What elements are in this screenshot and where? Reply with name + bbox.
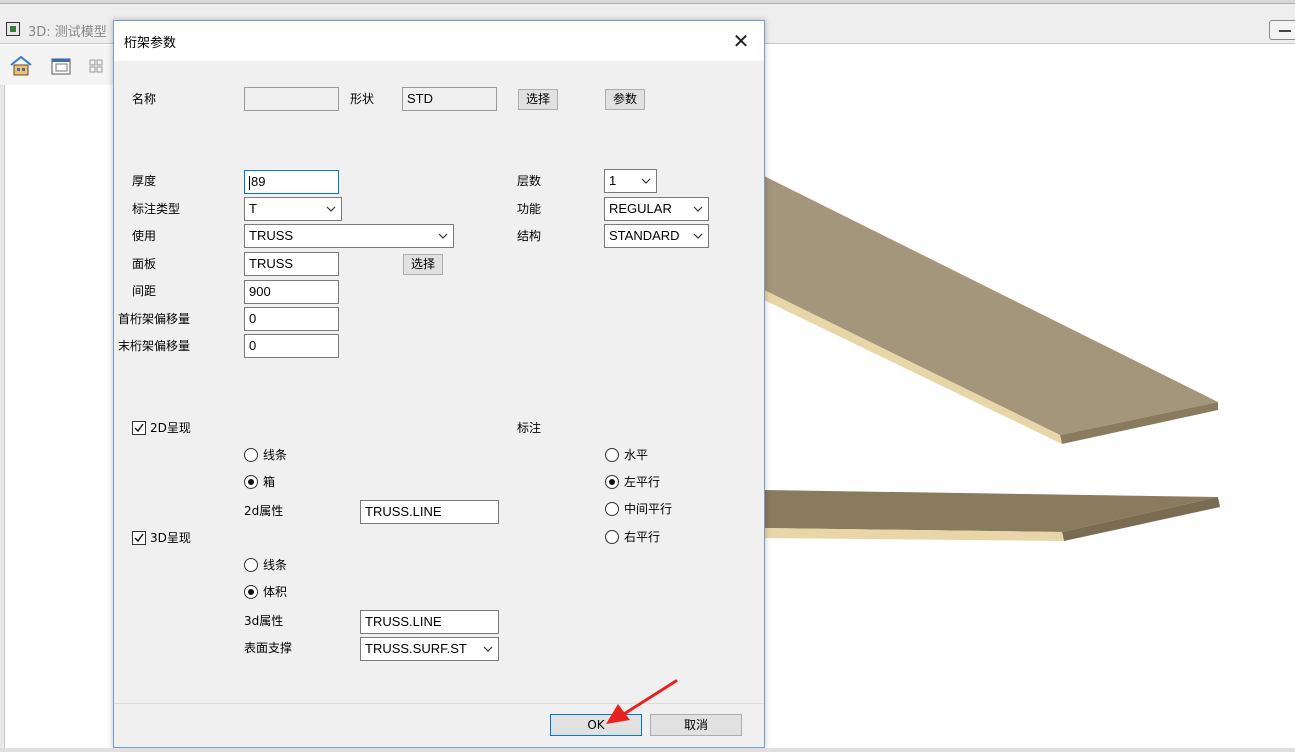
layers-select[interactable]: 1 [604, 169, 657, 193]
use-select[interactable]: TRUSS [244, 224, 454, 248]
dim-type-value: T [249, 201, 257, 216]
surface-value: TRUSS.SURF.ST [365, 641, 467, 656]
footer-separator [114, 703, 764, 704]
chevron-down-icon [438, 233, 448, 239]
ann-horizontal-label: 水平 [624, 448, 649, 462]
r2d-line-label: 线条 [263, 448, 288, 462]
checkmark-icon [134, 423, 144, 433]
function-label: 功能 [517, 202, 542, 216]
function-value: REGULAR [609, 201, 672, 216]
chevron-down-icon [641, 178, 651, 184]
thickness-label: 厚度 [132, 174, 157, 188]
close-icon[interactable]: ✕ [726, 29, 756, 53]
layers-value: 1 [609, 173, 617, 188]
panel-select-button[interactable]: 选择 [403, 254, 443, 275]
structure-label: 结构 [517, 229, 542, 243]
dialog-title: 桁架参数 [124, 36, 177, 51]
truss-parameters-dialog: 桁架参数 ✕ 名称 形状 STD 选择 参数 厚度 89 标注类型 T 使用 T… [113, 20, 765, 748]
ok-button[interactable]: OK [550, 714, 642, 736]
spacing-field[interactable]: 900 [244, 280, 339, 304]
name-label: 名称 [132, 92, 157, 106]
show-3d-checkbox[interactable] [132, 531, 146, 545]
ann-middle-radio[interactable] [605, 502, 619, 516]
r2d-box-label: 箱 [263, 475, 276, 489]
r2d-box-radio[interactable] [244, 475, 258, 489]
shape-select-button[interactable]: 选择 [518, 89, 558, 110]
show-2d-label: 2D呈现 [150, 421, 191, 435]
shape-label: 形状 [350, 92, 375, 106]
first-offset-field[interactable]: 0 [244, 307, 339, 331]
chevron-down-icon [693, 233, 703, 239]
truss-panel-upper [764, 176, 1218, 444]
attr-3d-label: 3d属性 [244, 614, 284, 628]
structure-value: STANDARD [609, 228, 680, 243]
panel-field[interactable]: TRUSS [244, 252, 339, 276]
function-select[interactable]: REGULAR [604, 197, 709, 221]
show-2d-checkbox[interactable] [132, 421, 146, 435]
ann-left-label: 左平行 [624, 475, 661, 489]
dialog-title-bar: 桁架参数 ✕ [114, 21, 764, 61]
surface-select[interactable]: TRUSS.SURF.ST [360, 637, 499, 661]
dim-type-select[interactable]: T [244, 197, 342, 221]
cancel-button[interactable]: 取消 [650, 714, 742, 736]
screen-bottom-strip [0, 748, 1295, 752]
checkmark-icon [134, 533, 144, 543]
thickness-value: 89 [251, 174, 266, 189]
chevron-down-icon [483, 646, 493, 652]
ann-right-radio[interactable] [605, 530, 619, 544]
first-offset-label: 首桁架偏移量 [118, 312, 191, 326]
last-offset-label: 末桁架偏移量 [118, 339, 191, 353]
r3d-line-label: 线条 [263, 558, 288, 572]
thickness-field[interactable]: 89 [244, 170, 339, 194]
r3d-volume-radio[interactable] [244, 585, 258, 599]
ann-left-radio[interactable] [605, 475, 619, 489]
r2d-line-radio[interactable] [244, 448, 258, 462]
chevron-down-icon [326, 206, 336, 212]
shape-field[interactable]: STD [402, 87, 497, 111]
ann-right-label: 右平行 [624, 530, 661, 544]
use-value: TRUSS [249, 228, 294, 243]
use-label: 使用 [132, 229, 157, 243]
show-3d-label: 3D呈现 [150, 531, 191, 545]
ann-middle-label: 中间平行 [624, 502, 673, 516]
params-button[interactable]: 参数 [605, 89, 645, 110]
attr-2d-label: 2d属性 [244, 504, 284, 518]
attr-3d-field[interactable]: TRUSS.LINE [360, 610, 499, 634]
layers-label: 层数 [517, 174, 542, 188]
r3d-line-radio[interactable] [244, 558, 258, 572]
structure-select[interactable]: STANDARD [604, 224, 709, 248]
name-field[interactable] [244, 87, 339, 111]
panel-label: 面板 [132, 257, 157, 271]
attr-2d-field[interactable]: TRUSS.LINE [360, 500, 499, 524]
truss-panel-lower [764, 490, 1220, 541]
annotation-label: 标注 [517, 421, 542, 435]
spacing-label: 间距 [132, 284, 157, 298]
last-offset-field[interactable]: 0 [244, 334, 339, 358]
chevron-down-icon [693, 206, 703, 212]
r3d-volume-label: 体积 [263, 585, 288, 599]
ann-horizontal-radio[interactable] [605, 448, 619, 462]
dim-type-label: 标注类型 [132, 202, 181, 216]
surface-label: 表面支撑 [244, 641, 293, 655]
